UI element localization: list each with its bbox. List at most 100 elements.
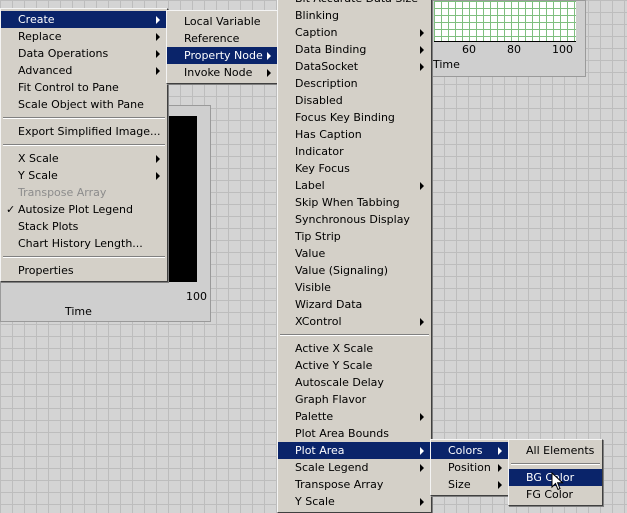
menu-item-label: Chart History Length... <box>18 237 143 250</box>
menu-item-focus-key-binding[interactable]: Focus Key Binding <box>278 109 431 126</box>
context-menu[interactable]: Create Replace Data Operations Advanced Fit … <box>0 8 168 282</box>
submenu-arrow-icon <box>156 33 160 41</box>
menu-item-visible[interactable]: Visible <box>278 279 431 296</box>
menu-item-label: Y Scale <box>18 169 58 182</box>
menu-item-label: Property Node <box>184 49 263 62</box>
submenu-arrow-icon <box>420 318 424 326</box>
menu-item-plot-area-bounds[interactable]: Plot Area Bounds <box>278 425 431 442</box>
submenu-arrow-icon <box>498 447 502 455</box>
menu-item-plot-area[interactable]: Plot Area <box>278 442 431 459</box>
menu-item-create[interactable]: Create <box>1 11 167 28</box>
menu-item-y-scale[interactable]: Y Scale <box>1 167 167 184</box>
menu-item-palette[interactable]: Palette <box>278 408 431 425</box>
menu-item-label: Invoke Node <box>184 66 253 79</box>
menu-item-scale-object-with-pane[interactable]: Scale Object with Pane <box>1 96 167 113</box>
menu-item-replace[interactable]: Replace <box>1 28 167 45</box>
menu-item-properties[interactable]: Properties <box>1 262 167 279</box>
menu-item-skip-when-tabbing[interactable]: Skip When Tabbing <box>278 194 431 211</box>
submenu-arrow-icon <box>498 481 502 489</box>
x-tick-label: 100 <box>552 43 573 56</box>
menu-item-label[interactable]: Label <box>278 177 431 194</box>
submenu-arrow-icon <box>267 69 271 77</box>
menu-item-value-signaling[interactable]: Value (Signaling) <box>278 262 431 279</box>
menu-item-label: Visible <box>295 281 331 294</box>
x-tick-label: 80 <box>507 43 521 56</box>
menu-item-label: Blinking <box>295 9 340 22</box>
menu-item-has-caption[interactable]: Has Caption <box>278 126 431 143</box>
menu-item-autoscale-delay[interactable]: Autoscale Delay <box>278 374 431 391</box>
menu-item-caption[interactable]: Caption <box>278 24 431 41</box>
menu-item-label: Tip Strip <box>295 230 341 243</box>
menu-item-description[interactable]: Description <box>278 75 431 92</box>
menu-item-label: Scale Legend <box>295 461 369 474</box>
menu-item-label: Size <box>448 478 471 491</box>
plot-area-grid[interactable] <box>434 1 576 42</box>
menu-item-all-elements[interactable]: All Elements <box>509 442 602 459</box>
menu-item-label: Autosize Plot Legend <box>18 203 134 216</box>
menu-item-label: Local Variable <box>184 15 261 28</box>
menu-item-label: Palette <box>295 410 334 423</box>
submenu-arrow-icon <box>420 464 424 472</box>
submenu-arrow-icon <box>156 16 160 24</box>
menu-item-label: Colors <box>448 444 483 457</box>
menu-item-y-scale[interactable]: Y Scale <box>278 493 431 510</box>
menu-item-label: Focus Key Binding <box>295 111 395 124</box>
menu-item-key-focus[interactable]: Key Focus <box>278 160 431 177</box>
x-axis-title: Time <box>433 58 460 71</box>
menu-item-property-node[interactable]: Property Node <box>167 47 278 64</box>
menu-item-label: Description <box>295 77 358 90</box>
menu-item-colors[interactable]: Colors <box>431 442 509 459</box>
menu-item-graph-flavor[interactable]: Graph Flavor <box>278 391 431 408</box>
create-submenu[interactable]: Local Variable Reference Property Node Invo… <box>166 10 279 84</box>
menu-item-disabled[interactable]: Disabled <box>278 92 431 109</box>
menu-item-tip-strip[interactable]: Tip Strip <box>278 228 431 245</box>
property-node-submenu[interactable]: Bit Accurate Data Size Blinking Caption Dat… <box>277 0 432 513</box>
menu-item-stack-plots[interactable]: Stack Plots <box>1 218 167 235</box>
menu-item-fit-control-to-pane[interactable]: Fit Control to Pane <box>1 79 167 96</box>
menu-item-label: Plot Area <box>295 444 345 457</box>
menu-item-active-y-scale[interactable]: Active Y Scale <box>278 357 431 374</box>
menu-item-datasocket[interactable]: DataSocket <box>278 58 431 75</box>
menu-item-blinking[interactable]: Blinking <box>278 7 431 24</box>
menu-item-label: Position <box>448 461 491 474</box>
menu-item-transpose-array[interactable]: Transpose Array <box>278 476 431 493</box>
submenu-arrow-icon <box>420 46 424 54</box>
menu-item-size[interactable]: Size <box>431 476 509 493</box>
menu-item-chart-history-length[interactable]: Chart History Length... <box>1 235 167 252</box>
menu-item-indicator[interactable]: Indicator <box>278 143 431 160</box>
menu-item-synchronous-display[interactable]: Synchronous Display <box>278 211 431 228</box>
menu-item-x-scale[interactable]: X Scale <box>1 150 167 167</box>
menu-item-xcontrol[interactable]: XControl <box>278 313 431 330</box>
arrow-cursor-icon <box>551 472 564 491</box>
menu-item-scale-legend[interactable]: Scale Legend <box>278 459 431 476</box>
menu-item-transpose-array: Transpose Array <box>1 184 167 201</box>
menu-item-bit-accurate-data-size[interactable]: Bit Accurate Data Size <box>278 0 431 7</box>
menu-item-active-x-scale[interactable]: Active X Scale <box>278 340 431 357</box>
x-tick-label: 100 <box>186 290 207 303</box>
menu-item-label: Autoscale Delay <box>295 376 384 389</box>
menu-item-wizard-data[interactable]: Wizard Data <box>278 296 431 313</box>
plot-area-submenu[interactable]: Colors Position Size <box>430 439 510 496</box>
menu-item-label: Create <box>18 13 55 26</box>
menu-item-reference[interactable]: Reference <box>167 30 278 47</box>
menu-separator <box>3 144 165 146</box>
menu-item-data-binding[interactable]: Data Binding <box>278 41 431 58</box>
menu-item-position[interactable]: Position <box>431 459 509 476</box>
menu-item-label: Reference <box>184 32 240 45</box>
waveform-chart-2[interactable]: 60 80 100 Time <box>428 0 586 77</box>
menu-item-label: Plot Area Bounds <box>295 427 389 440</box>
menu-item-label: Fit Control to Pane <box>18 81 119 94</box>
menu-item-value[interactable]: Value <box>278 245 431 262</box>
menu-item-label: Active Y Scale <box>295 359 373 372</box>
menu-item-label: FG Color <box>526 488 574 501</box>
menu-item-invoke-node[interactable]: Invoke Node <box>167 64 278 81</box>
menu-item-label: Data Operations <box>18 47 109 60</box>
menu-item-advanced[interactable]: Advanced <box>1 62 167 79</box>
menu-item-data-operations[interactable]: Data Operations <box>1 45 167 62</box>
menu-item-autosize-plot-legend[interactable]: ✓ Autosize Plot Legend <box>1 201 167 218</box>
submenu-arrow-icon <box>267 52 271 60</box>
submenu-arrow-icon <box>420 447 424 455</box>
x-axis-title: Time <box>65 305 92 318</box>
menu-item-local-variable[interactable]: Local Variable <box>167 13 278 30</box>
menu-item-export-simplified-image[interactable]: Export Simplified Image... <box>1 123 167 140</box>
